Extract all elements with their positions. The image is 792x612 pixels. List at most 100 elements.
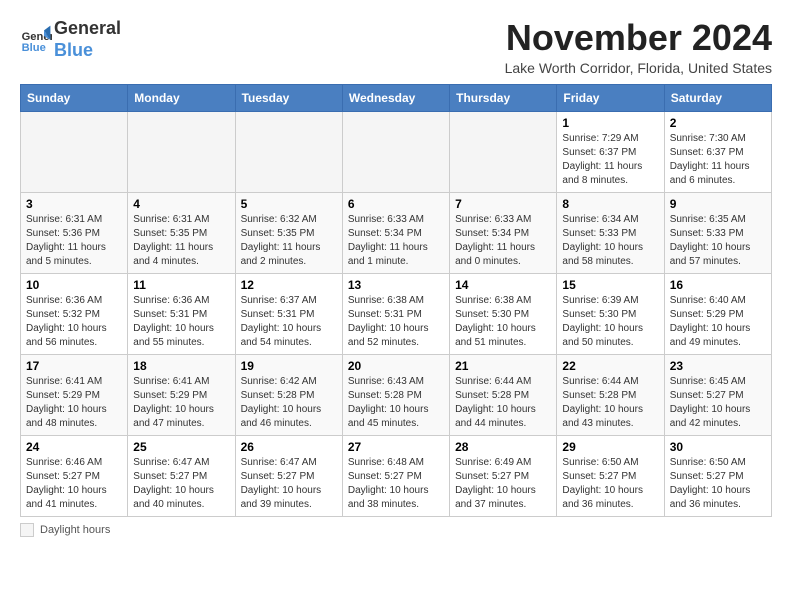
logo-line1: General	[54, 18, 121, 40]
weekday-header-monday: Monday	[128, 84, 235, 111]
day-info: Sunrise: 6:33 AM Sunset: 5:34 PM Dayligh…	[455, 213, 551, 269]
day-number: 1	[562, 116, 658, 130]
calendar-cell: 2 Sunrise: 7:30 AM Sunset: 6:37 PM Daylig…	[664, 111, 771, 192]
day-info: Sunrise: 6:36 AM Sunset: 5:31 PM Dayligh…	[133, 294, 229, 350]
title-section: November 2024 Lake Worth Corridor, Flori…	[505, 18, 772, 76]
calendar-cell: 24Sunrise: 6:46 AM Sunset: 5:27 PM Dayli…	[21, 435, 128, 516]
day-number: 26	[241, 440, 337, 454]
day-number: 3	[26, 197, 122, 211]
calendar-cell: 20Sunrise: 6:43 AM Sunset: 5:28 PM Dayli…	[342, 354, 449, 435]
calendar-cell: 6Sunrise: 6:33 AM Sunset: 5:34 PM Daylig…	[342, 192, 449, 273]
calendar-cell: 7 Sunrise: 6:33 AM Sunset: 5:34 PM Daylig…	[450, 192, 557, 273]
weekday-header-sunday: Sunday	[21, 84, 128, 111]
calendar-cell: 26 Sunrise: 6:47 AM Sunset: 5:27 PM Dayli…	[235, 435, 342, 516]
calendar-cell	[21, 111, 128, 192]
calendar-cell: 16 Sunrise: 6:40 AM Sunset: 5:29 PM Dayli…	[664, 273, 771, 354]
calendar-cell: 12Sunrise: 6:37 AM Sunset: 5:31 PM Dayli…	[235, 273, 342, 354]
logo-text: General Blue	[54, 18, 121, 61]
day-number: 27	[348, 440, 444, 454]
day-number: 23	[670, 359, 766, 373]
day-number: 8	[562, 197, 658, 211]
day-number: 7	[455, 197, 551, 211]
day-info: Sunrise: 6:40 AM Sunset: 5:29 PM Dayligh…	[670, 294, 766, 350]
day-number: 5	[241, 197, 337, 211]
calendar-cell: 25 Sunrise: 6:47 AM Sunset: 5:27 PM Dayli…	[128, 435, 235, 516]
legend: Daylight hours	[20, 523, 772, 537]
week-row-4: 17 Sunrise: 6:41 AM Sunset: 5:29 PM Dayli…	[21, 354, 772, 435]
day-info: Sunrise: 6:38 AM Sunset: 5:31 PM Dayligh…	[348, 294, 444, 350]
day-number: 16	[670, 278, 766, 292]
day-number: 28	[455, 440, 551, 454]
logo-icon: General Blue	[20, 24, 52, 56]
day-info: Sunrise: 6:31 AM Sunset: 5:36 PM Dayligh…	[26, 213, 122, 269]
calendar-cell: 19Sunrise: 6:42 AM Sunset: 5:28 PM Dayli…	[235, 354, 342, 435]
day-info: Sunrise: 7:29 AM Sunset: 6:37 PM Dayligh…	[562, 132, 658, 188]
day-number: 21	[455, 359, 551, 373]
day-info: Sunrise: 6:31 AM Sunset: 5:35 PM Dayligh…	[133, 213, 229, 269]
day-number: 30	[670, 440, 766, 454]
calendar-cell	[450, 111, 557, 192]
logo-line2: Blue	[54, 40, 121, 62]
day-number: 10	[26, 278, 122, 292]
calendar-cell	[235, 111, 342, 192]
week-row-5: 24Sunrise: 6:46 AM Sunset: 5:27 PM Dayli…	[21, 435, 772, 516]
day-info: Sunrise: 6:39 AM Sunset: 5:30 PM Dayligh…	[562, 294, 658, 350]
calendar-cell: 4 Sunrise: 6:31 AM Sunset: 5:35 PM Daylig…	[128, 192, 235, 273]
legend-label: Daylight hours	[40, 524, 110, 536]
calendar-cell: 5 Sunrise: 6:32 AM Sunset: 5:35 PM Daylig…	[235, 192, 342, 273]
calendar-cell	[128, 111, 235, 192]
day-number: 11	[133, 278, 229, 292]
calendar-table: SundayMondayTuesdayWednesdayThursdayFrid…	[20, 84, 772, 517]
week-row-2: 3 Sunrise: 6:31 AM Sunset: 5:36 PM Daylig…	[21, 192, 772, 273]
day-number: 14	[455, 278, 551, 292]
weekday-header-friday: Friday	[557, 84, 664, 111]
calendar-cell: 11 Sunrise: 6:36 AM Sunset: 5:31 PM Dayli…	[128, 273, 235, 354]
day-number: 13	[348, 278, 444, 292]
calendar-cell: 27 Sunrise: 6:48 AM Sunset: 5:27 PM Dayli…	[342, 435, 449, 516]
day-number: 22	[562, 359, 658, 373]
day-info: Sunrise: 6:48 AM Sunset: 5:27 PM Dayligh…	[348, 456, 444, 512]
day-info: Sunrise: 6:49 AM Sunset: 5:27 PM Dayligh…	[455, 456, 551, 512]
weekday-header-saturday: Saturday	[664, 84, 771, 111]
day-info: Sunrise: 6:38 AM Sunset: 5:30 PM Dayligh…	[455, 294, 551, 350]
calendar-cell: 21 Sunrise: 6:44 AM Sunset: 5:28 PM Dayli…	[450, 354, 557, 435]
calendar-cell: 23Sunrise: 6:45 AM Sunset: 5:27 PM Dayli…	[664, 354, 771, 435]
day-number: 12	[241, 278, 337, 292]
calendar-cell: 10 Sunrise: 6:36 AM Sunset: 5:32 PM Dayli…	[21, 273, 128, 354]
day-number: 17	[26, 359, 122, 373]
day-info: Sunrise: 6:35 AM Sunset: 5:33 PM Dayligh…	[670, 213, 766, 269]
day-info: Sunrise: 6:44 AM Sunset: 5:28 PM Dayligh…	[455, 375, 551, 431]
day-info: Sunrise: 6:46 AM Sunset: 5:27 PM Dayligh…	[26, 456, 122, 512]
day-info: Sunrise: 6:42 AM Sunset: 5:28 PM Dayligh…	[241, 375, 337, 431]
day-info: Sunrise: 7:30 AM Sunset: 6:37 PM Dayligh…	[670, 132, 766, 188]
day-number: 20	[348, 359, 444, 373]
day-info: Sunrise: 6:44 AM Sunset: 5:28 PM Dayligh…	[562, 375, 658, 431]
day-info: Sunrise: 6:36 AM Sunset: 5:32 PM Dayligh…	[26, 294, 122, 350]
day-info: Sunrise: 6:47 AM Sunset: 5:27 PM Dayligh…	[241, 456, 337, 512]
svg-text:Blue: Blue	[22, 42, 46, 54]
day-info: Sunrise: 6:50 AM Sunset: 5:27 PM Dayligh…	[670, 456, 766, 512]
calendar-cell: 28 Sunrise: 6:49 AM Sunset: 5:27 PM Dayli…	[450, 435, 557, 516]
weekday-header-tuesday: Tuesday	[235, 84, 342, 111]
day-info: Sunrise: 6:34 AM Sunset: 5:33 PM Dayligh…	[562, 213, 658, 269]
calendar-cell: 18 Sunrise: 6:41 AM Sunset: 5:29 PM Dayli…	[128, 354, 235, 435]
day-number: 2	[670, 116, 766, 130]
calendar-cell: 14 Sunrise: 6:38 AM Sunset: 5:30 PM Dayli…	[450, 273, 557, 354]
calendar-cell	[342, 111, 449, 192]
weekday-header-thursday: Thursday	[450, 84, 557, 111]
logo: General Blue General Blue	[20, 18, 121, 61]
day-number: 4	[133, 197, 229, 211]
day-number: 18	[133, 359, 229, 373]
page-container: General Blue General Blue November 2024 …	[0, 0, 792, 549]
calendar-cell: 13 Sunrise: 6:38 AM Sunset: 5:31 PM Dayli…	[342, 273, 449, 354]
day-number: 9	[670, 197, 766, 211]
day-number: 25	[133, 440, 229, 454]
calendar-cell: 3 Sunrise: 6:31 AM Sunset: 5:36 PM Daylig…	[21, 192, 128, 273]
day-info: Sunrise: 6:32 AM Sunset: 5:35 PM Dayligh…	[241, 213, 337, 269]
month-title: November 2024	[505, 18, 772, 58]
day-info: Sunrise: 6:47 AM Sunset: 5:27 PM Dayligh…	[133, 456, 229, 512]
location: Lake Worth Corridor, Florida, United Sta…	[505, 60, 772, 76]
day-info: Sunrise: 6:33 AM Sunset: 5:34 PM Dayligh…	[348, 213, 444, 269]
calendar-cell: 22 Sunrise: 6:44 AM Sunset: 5:28 PM Dayli…	[557, 354, 664, 435]
day-info: Sunrise: 6:41 AM Sunset: 5:29 PM Dayligh…	[133, 375, 229, 431]
